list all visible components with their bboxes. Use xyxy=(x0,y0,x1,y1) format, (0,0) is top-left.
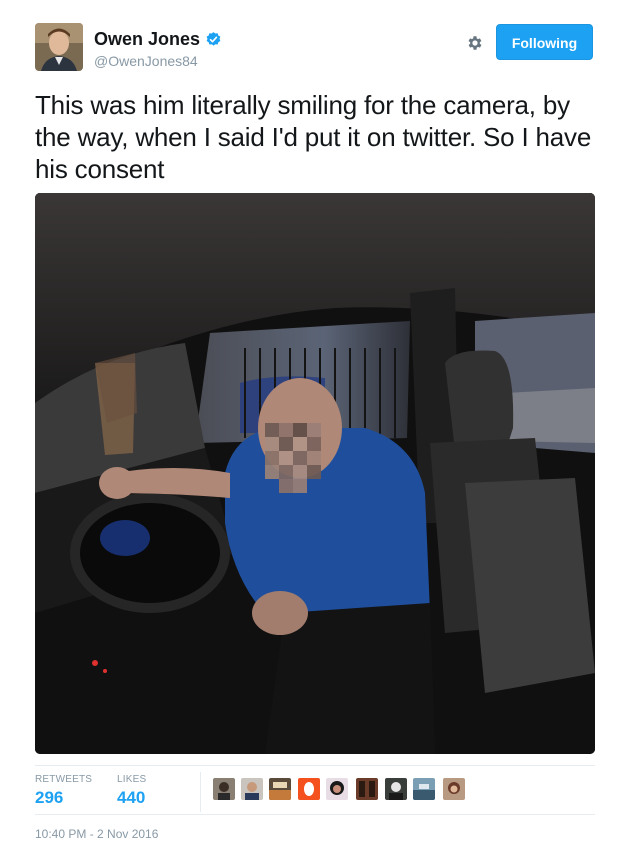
user-name-text[interactable]: Owen Jones xyxy=(94,29,200,50)
divider xyxy=(35,765,595,766)
verified-badge-icon xyxy=(206,32,221,46)
liker-avatar[interactable] xyxy=(298,778,320,800)
retweets-label[interactable]: RETWEETS xyxy=(35,774,92,785)
divider xyxy=(200,772,201,812)
following-button[interactable]: Following xyxy=(496,24,593,60)
liker-avatar[interactable] xyxy=(385,778,407,800)
tweet-photo[interactable] xyxy=(35,193,595,754)
liker-avatar[interactable] xyxy=(241,778,263,800)
divider xyxy=(35,814,595,815)
liker-avatar[interactable] xyxy=(269,778,291,800)
retweets-count[interactable]: 296 xyxy=(35,788,63,808)
user-name[interactable]: Owen Jones xyxy=(94,29,222,50)
tweet-timestamp[interactable]: 10:40 PM - 2 Nov 2016 xyxy=(35,827,158,841)
likes-count[interactable]: 440 xyxy=(117,788,145,808)
user-handle[interactable]: @OwenJones84 xyxy=(94,53,198,69)
profile-avatar[interactable] xyxy=(35,23,83,71)
liker-avatar[interactable] xyxy=(213,778,235,800)
likes-label[interactable]: LIKES xyxy=(117,774,146,785)
liker-avatar[interactable] xyxy=(326,778,348,800)
tweet-text: This was him literally smiling for the c… xyxy=(35,90,592,184)
liker-avatar[interactable] xyxy=(413,778,435,800)
liker-avatar[interactable] xyxy=(356,778,378,800)
gear-icon[interactable] xyxy=(466,34,484,52)
liker-avatar[interactable] xyxy=(443,778,465,800)
